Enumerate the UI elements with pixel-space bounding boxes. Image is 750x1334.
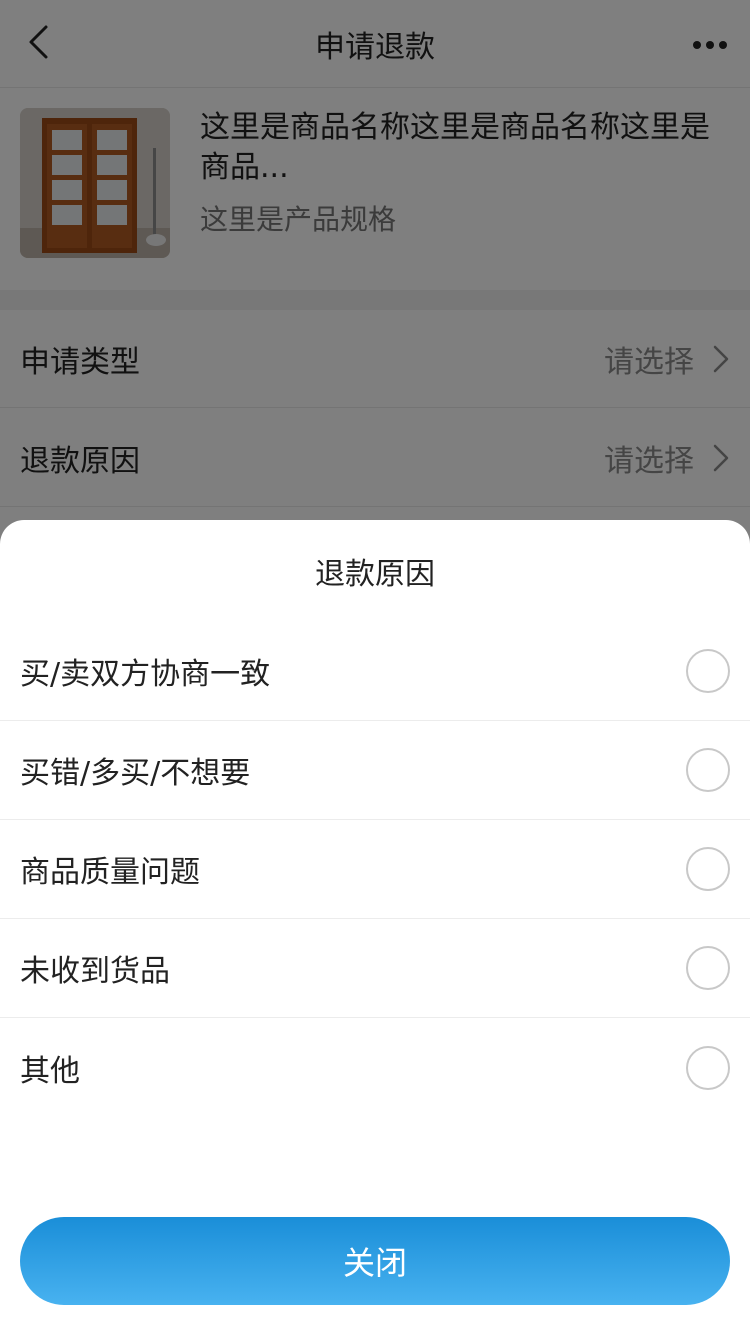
- refund-reason-sheet: 退款原因 买/卖双方协商一致 买错/多买/不想要 商品质量问题 未收到货品 其他: [0, 520, 750, 1334]
- close-button[interactable]: 关闭: [20, 1217, 730, 1305]
- reason-option-label: 未收到货品: [20, 954, 170, 989]
- reason-options: 买/卖双方协商一致 买错/多买/不想要 商品质量问题 未收到货品 其他: [0, 622, 750, 1117]
- refund-page: 申请退款: [0, 0, 750, 1334]
- reason-option-label: 商品质量问题: [20, 855, 200, 890]
- radio-unchecked-icon[interactable]: [686, 1045, 730, 1090]
- reason-option-label: 买/卖双方协商一致: [20, 657, 271, 692]
- reason-option[interactable]: 买/卖双方协商一致: [0, 622, 750, 721]
- radio-unchecked-icon[interactable]: [686, 649, 730, 693]
- radio-unchecked-icon[interactable]: [686, 748, 730, 792]
- reason-option-label: 买错/多买/不想要: [20, 756, 251, 791]
- reason-option-label: 其他: [20, 1053, 80, 1089]
- sheet-title: 退款原因: [315, 557, 435, 592]
- reason-option[interactable]: 买错/多买/不想要: [0, 721, 750, 820]
- radio-unchecked-icon[interactable]: [686, 847, 730, 891]
- reason-option[interactable]: 未收到货品: [0, 919, 750, 1018]
- reason-option[interactable]: 商品质量问题: [0, 820, 750, 919]
- reason-option[interactable]: 其他: [0, 1018, 750, 1117]
- radio-unchecked-icon[interactable]: [686, 946, 730, 990]
